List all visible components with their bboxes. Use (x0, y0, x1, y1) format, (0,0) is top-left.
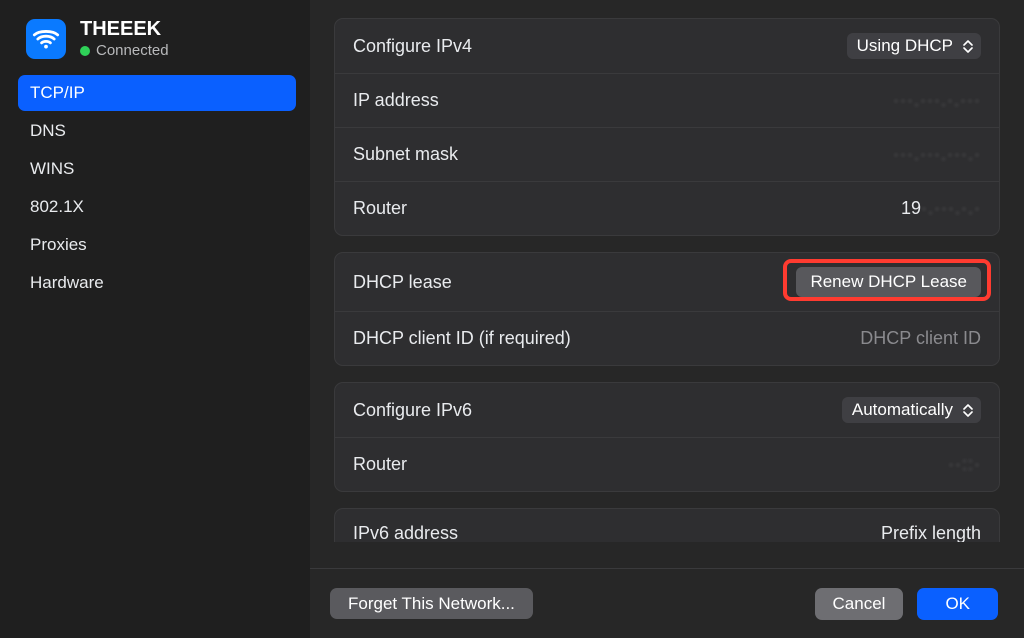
cancel-label: Cancel (833, 594, 886, 613)
ipv6-address-group: IPv6 address Prefix length (334, 508, 1000, 542)
ip-address-value: ···.···.·.··· (893, 90, 981, 111)
sidebar-item-label: 802.1X (30, 197, 84, 216)
sidebar-item-label: WINS (30, 159, 74, 178)
row-ip-address: IP address ···.···.·.··· (335, 73, 999, 127)
ipv6-group: Configure IPv6 Automatically Router ··::… (334, 382, 1000, 492)
sidebar-item-label: DNS (30, 121, 66, 140)
wifi-icon (26, 19, 66, 59)
configure-ipv6-select[interactable]: Automatically (842, 397, 981, 423)
row-router-ipv6: Router ··::· (335, 437, 999, 491)
forget-network-button[interactable]: Forget This Network... (330, 588, 533, 619)
network-info: THEEEK Connected (80, 18, 169, 59)
router-ipv6-label: Router (353, 454, 407, 475)
row-dhcp-client-id: DHCP client ID (if required) DHCP client… (335, 311, 999, 365)
updown-icon (961, 36, 975, 56)
sidebar: THEEEK Connected TCP/IP DNS WINS 802.1X … (0, 0, 310, 638)
ip-address-label: IP address (353, 90, 439, 111)
subnet-mask-value: ···.···.···.· (893, 144, 981, 165)
subnet-mask-label: Subnet mask (353, 144, 458, 165)
row-configure-ipv6: Configure IPv6 Automatically (335, 383, 999, 437)
network-settings-window: THEEEK Connected TCP/IP DNS WINS 802.1X … (0, 0, 1024, 638)
configure-ipv6-value: Automatically (852, 400, 953, 420)
network-status: Connected (80, 42, 169, 59)
sidebar-item-dns[interactable]: DNS (18, 113, 296, 149)
updown-icon (961, 400, 975, 420)
row-ipv6-address-header: IPv6 address Prefix length (335, 509, 999, 542)
row-subnet-mask: Subnet mask ···.···.···.· (335, 127, 999, 181)
cancel-button[interactable]: Cancel (815, 588, 904, 620)
row-router-ipv4: Router 19·.···.·.· (335, 181, 999, 235)
forget-network-label: Forget This Network... (348, 594, 515, 613)
row-dhcp-lease: DHCP lease Renew DHCP Lease (335, 253, 999, 311)
ok-label: OK (945, 594, 970, 613)
router-ipv6-value: ··::· (948, 454, 981, 475)
network-header: THEEEK Connected (18, 18, 296, 73)
configure-ipv6-label: Configure IPv6 (353, 400, 472, 421)
main-panel: Configure IPv4 Using DHCP IP address ···… (310, 0, 1024, 638)
configure-ipv4-label: Configure IPv4 (353, 36, 472, 57)
ipv4-group: Configure IPv4 Using DHCP IP address ···… (334, 18, 1000, 236)
row-configure-ipv4: Configure IPv4 Using DHCP (335, 19, 999, 73)
sidebar-item-proxies[interactable]: Proxies (18, 227, 296, 263)
sidebar-item-wins[interactable]: WINS (18, 151, 296, 187)
configure-ipv4-value: Using DHCP (857, 36, 953, 56)
renew-dhcp-lease-button[interactable]: Renew DHCP Lease (796, 267, 981, 297)
ipv6-address-label: IPv6 address (353, 523, 458, 542)
footer: Forget This Network... Cancel OK (310, 568, 1024, 638)
router-ipv4-label: Router (353, 198, 407, 219)
dhcp-client-id-label: DHCP client ID (if required) (353, 328, 571, 349)
sidebar-item-label: TCP/IP (30, 83, 85, 102)
sidebar-item-label: Hardware (30, 273, 104, 292)
sidebar-item-tcpip[interactable]: TCP/IP (18, 75, 296, 111)
configure-ipv4-select[interactable]: Using DHCP (847, 33, 981, 59)
sidebar-item-8021x[interactable]: 802.1X (18, 189, 296, 225)
network-name: THEEEK (80, 18, 169, 40)
dhcp-group: DHCP lease Renew DHCP Lease DHCP client … (334, 252, 1000, 366)
sidebar-item-label: Proxies (30, 235, 87, 254)
dhcp-lease-label: DHCP lease (353, 272, 452, 293)
content-scroll: Configure IPv4 Using DHCP IP address ···… (310, 0, 1024, 568)
network-status-label: Connected (96, 42, 169, 59)
status-dot-icon (80, 46, 90, 56)
router-ipv4-value: 19·.···.·.· (901, 198, 981, 219)
prefix-length-label: Prefix length (881, 523, 981, 542)
sidebar-item-hardware[interactable]: Hardware (18, 265, 296, 301)
renew-dhcp-lease-label: Renew DHCP Lease (810, 272, 967, 292)
ok-button[interactable]: OK (917, 588, 998, 620)
dhcp-client-id-input[interactable]: DHCP client ID (860, 328, 981, 349)
